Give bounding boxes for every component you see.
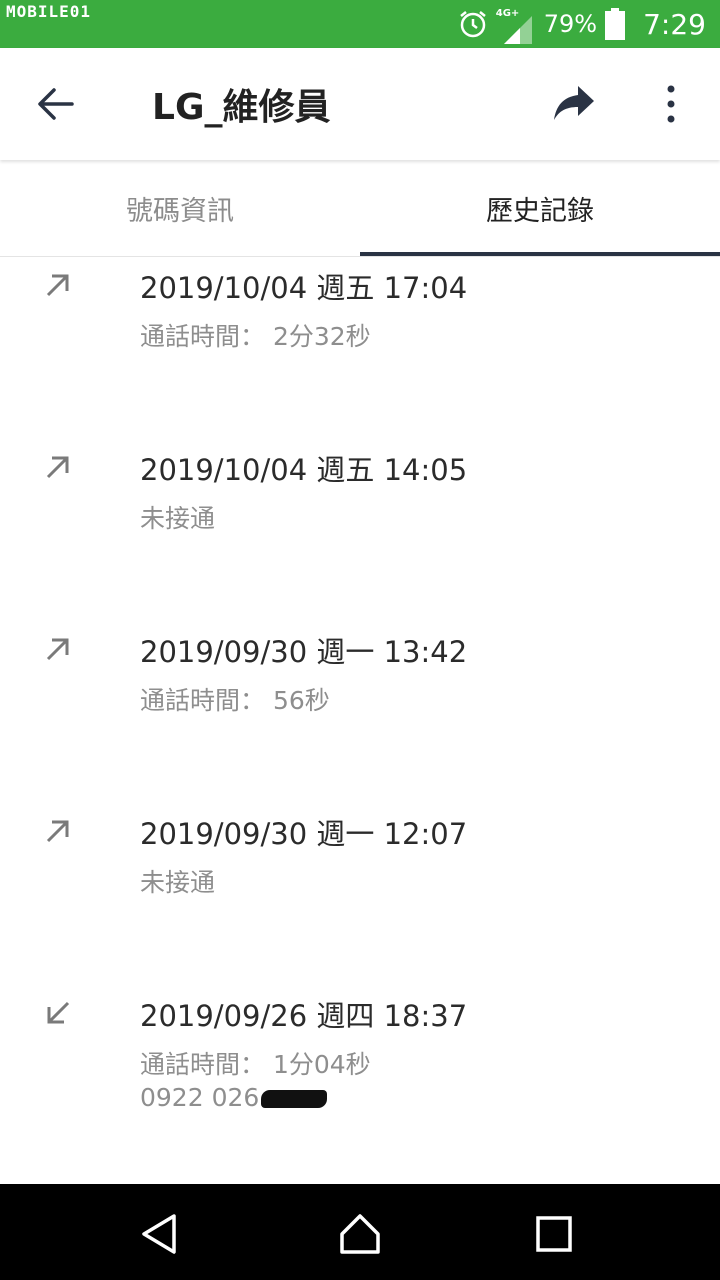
list-item[interactable]: 2019/10/04 週五 14:05 未接通 <box>0 439 720 621</box>
share-icon[interactable] <box>550 82 598 126</box>
call-detail: 未接通 <box>140 868 216 897</box>
system-nav-bar <box>0 1184 720 1280</box>
alarm-icon <box>458 9 488 39</box>
call-datetime: 2019/09/30 週一 13:42 <box>140 635 468 669</box>
clock: 7:29 <box>643 7 706 41</box>
call-datetime: 2019/09/30 週一 12:07 <box>140 817 468 851</box>
call-detail: 通話時間： 2分32秒 <box>140 322 371 351</box>
incoming-call-icon <box>42 997 74 1029</box>
call-datetime: 2019/10/04 週五 14:05 <box>140 453 468 487</box>
tab-history[interactable]: 歷史記錄 <box>360 160 720 256</box>
outgoing-call-icon <box>42 815 74 847</box>
more-vert-icon[interactable] <box>658 82 684 126</box>
outgoing-call-icon <box>42 451 74 483</box>
outgoing-call-icon <box>42 633 74 665</box>
watermark-text: MOBILE01 <box>6 2 92 21</box>
phone-number-row: 0922 026 <box>140 1083 328 1112</box>
battery-percent: 79% <box>543 10 598 38</box>
tab-indicator <box>360 252 720 256</box>
call-history-list[interactable]: 2019/10/04 週五 17:04 通話時間： 2分32秒 2019/10/… <box>0 257 720 1184</box>
list-item[interactable]: 2019/09/30 週一 13:42 通話時間： 56秒 <box>0 621 720 803</box>
page-title: LG_維修員 <box>152 87 331 128</box>
outgoing-call-icon <box>42 269 74 301</box>
call-detail: 未接通 <box>140 504 216 533</box>
nav-recents-icon[interactable] <box>532 1212 576 1256</box>
tab-bar: 號碼資訊 歷史記錄 <box>0 160 720 257</box>
redaction-mark <box>261 1090 328 1108</box>
list-item[interactable]: 2019/10/04 週五 17:04 通話時間： 2分32秒 <box>0 257 720 439</box>
status-bar: MOBILE01 4G+ 79% 7:29 <box>0 0 720 48</box>
tab-number-info[interactable]: 號碼資訊 <box>0 160 360 256</box>
nav-back-icon[interactable] <box>138 1212 182 1256</box>
app-bar: LG_維修員 <box>0 48 720 160</box>
signal-icon: 4G+ <box>496 4 536 44</box>
phone-number: 0922 026 <box>140 1083 260 1112</box>
back-arrow-icon[interactable] <box>34 82 78 126</box>
call-datetime: 2019/09/26 週四 18:37 <box>140 999 468 1033</box>
status-icons: 4G+ 79% 7:29 <box>458 0 706 48</box>
list-item[interactable]: 2019/09/30 週一 12:07 未接通 <box>0 803 720 985</box>
nav-home-icon[interactable] <box>338 1212 382 1256</box>
call-datetime: 2019/10/04 週五 17:04 <box>140 271 468 305</box>
list-item[interactable]: 2019/09/26 週四 18:37 通話時間： 1分04秒 0922 026 <box>0 985 720 1184</box>
call-detail: 通話時間： 56秒 <box>140 686 330 715</box>
call-detail: 通話時間： 1分04秒 <box>140 1050 371 1079</box>
battery-icon <box>605 8 626 40</box>
